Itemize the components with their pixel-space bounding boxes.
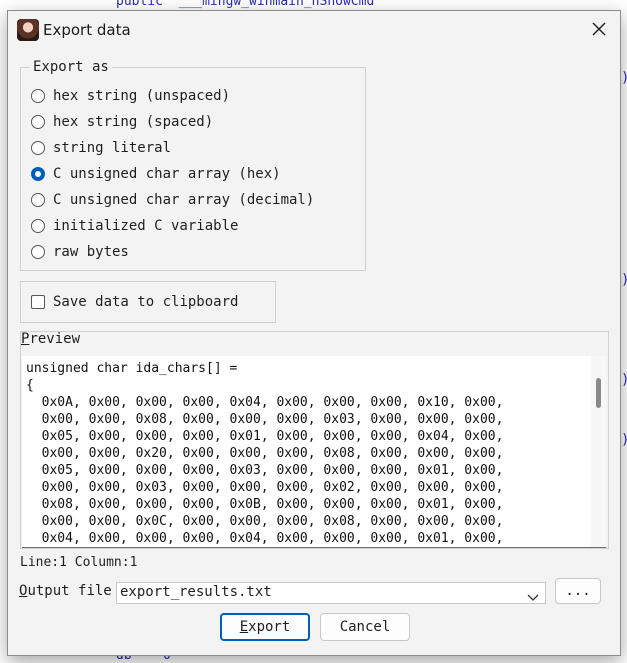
preview-line: 0x00, 0x00, 0x0C, 0x00, 0x00, 0x00, 0x08… bbox=[26, 514, 504, 529]
app-avatar-icon bbox=[17, 19, 39, 41]
radio-raw-bytes[interactable]: raw bytes bbox=[31, 244, 129, 260]
cursor-position-status: Line:1 Column:1 bbox=[20, 555, 138, 570]
background-code-line: public ___mingw_winmain_nShowCmd bbox=[116, 0, 375, 9]
radio-label: hex string (spaced) bbox=[53, 114, 214, 130]
radio-label: C unsigned char array (hex) bbox=[53, 166, 281, 182]
radio-initialized-c-variable[interactable]: initialized C variable bbox=[31, 218, 238, 234]
radio-button[interactable] bbox=[31, 193, 45, 207]
save-to-clipboard-checkbox[interactable] bbox=[31, 295, 45, 309]
save-to-clipboard-checkbox-row[interactable]: Save data to clipboard bbox=[31, 294, 238, 310]
radio-string-literal[interactable]: string literal bbox=[31, 140, 171, 156]
output-file-combobox[interactable]: export_results.txt bbox=[116, 582, 546, 604]
radio-button[interactable] bbox=[31, 89, 45, 103]
dialog-title: Export data bbox=[43, 21, 131, 39]
preview-line: 0x05, 0x00, 0x00, 0x00, 0x03, 0x00, 0x00… bbox=[26, 463, 504, 478]
radio-c-array-decimal[interactable]: C unsigned char array (decimal) bbox=[31, 192, 314, 208]
close-button[interactable] bbox=[584, 15, 614, 45]
save-to-clipboard-label: Save data to clipboard bbox=[53, 294, 239, 310]
radio-button[interactable] bbox=[31, 115, 45, 129]
radio-hex-unspaced[interactable]: hex string (unspaced) bbox=[31, 88, 230, 104]
preview-label: Preview bbox=[21, 331, 80, 347]
preview-line: 0x0A, 0x00, 0x00, 0x00, 0x04, 0x00, 0x00… bbox=[26, 395, 504, 410]
radio-label: hex string (unspaced) bbox=[53, 88, 231, 104]
export-button-mnemonic: E bbox=[239, 619, 249, 635]
title-bar[interactable]: Export data bbox=[8, 11, 620, 49]
radio-c-array-hex[interactable]: C unsigned char array (hex) bbox=[31, 166, 281, 182]
preview-line: 0x00, 0x00, 0x03, 0x00, 0x00, 0x00, 0x02… bbox=[26, 480, 504, 495]
preview-line: 0x08, 0x00, 0x00, 0x00, 0x0B, 0x00, 0x00… bbox=[26, 497, 504, 512]
radio-hex-spaced[interactable]: hex string (spaced) bbox=[31, 114, 213, 130]
radio-label: raw bytes bbox=[53, 244, 129, 260]
preview-line: 0x00, 0x00, 0x08, 0x00, 0x00, 0x00, 0x03… bbox=[26, 412, 504, 427]
output-label-text: utput file bbox=[27, 583, 112, 599]
preview-line: 0x04, 0x00, 0x00, 0x00, 0x04, 0x00, 0x00… bbox=[26, 531, 504, 546]
preview-text-area[interactable]: unsigned char ida_chars[] = { 0x0A, 0x00… bbox=[22, 356, 606, 548]
preview-line: unsigned char ida_chars[] = bbox=[26, 361, 238, 376]
preview-line: 0x05, 0x00, 0x00, 0x00, 0x01, 0x00, 0x00… bbox=[26, 429, 504, 444]
preview-line: 0x00, 0x00, 0x20, 0x00, 0x00, 0x00, 0x08… bbox=[26, 446, 504, 461]
preview-label-text: review bbox=[29, 331, 81, 347]
radio-label: C unsigned char array (decimal) bbox=[53, 192, 315, 208]
preview-line: { bbox=[26, 378, 34, 393]
export-button-label: xport bbox=[248, 619, 291, 635]
export-data-dialog: Export data Export as hex string (unspac… bbox=[7, 10, 621, 656]
background-bracket: ) bbox=[621, 272, 627, 288]
output-file-value: export_results.txt bbox=[120, 584, 272, 600]
background-bracket: ) bbox=[621, 372, 627, 388]
radio-label: initialized C variable bbox=[53, 218, 239, 234]
cancel-button[interactable]: Cancel bbox=[320, 613, 410, 641]
preview-scrollbar[interactable] bbox=[591, 356, 606, 547]
radio-button[interactable] bbox=[31, 141, 45, 155]
scrollbar-thumb[interactable] bbox=[596, 378, 601, 408]
output-file-label: Output file bbox=[19, 583, 112, 599]
radio-button[interactable] bbox=[31, 219, 45, 233]
radio-button[interactable] bbox=[31, 245, 45, 259]
radio-button-selected[interactable] bbox=[31, 167, 45, 181]
radio-label: string literal bbox=[53, 140, 172, 156]
close-icon bbox=[592, 21, 606, 40]
chevron-down-icon[interactable] bbox=[527, 588, 539, 607]
background-bracket: ) bbox=[621, 70, 627, 86]
browse-button[interactable]: ... bbox=[555, 578, 601, 604]
export-as-legend: Export as bbox=[30, 59, 112, 75]
export-button[interactable]: Export bbox=[220, 613, 310, 641]
background-bracket: ) bbox=[621, 432, 627, 448]
